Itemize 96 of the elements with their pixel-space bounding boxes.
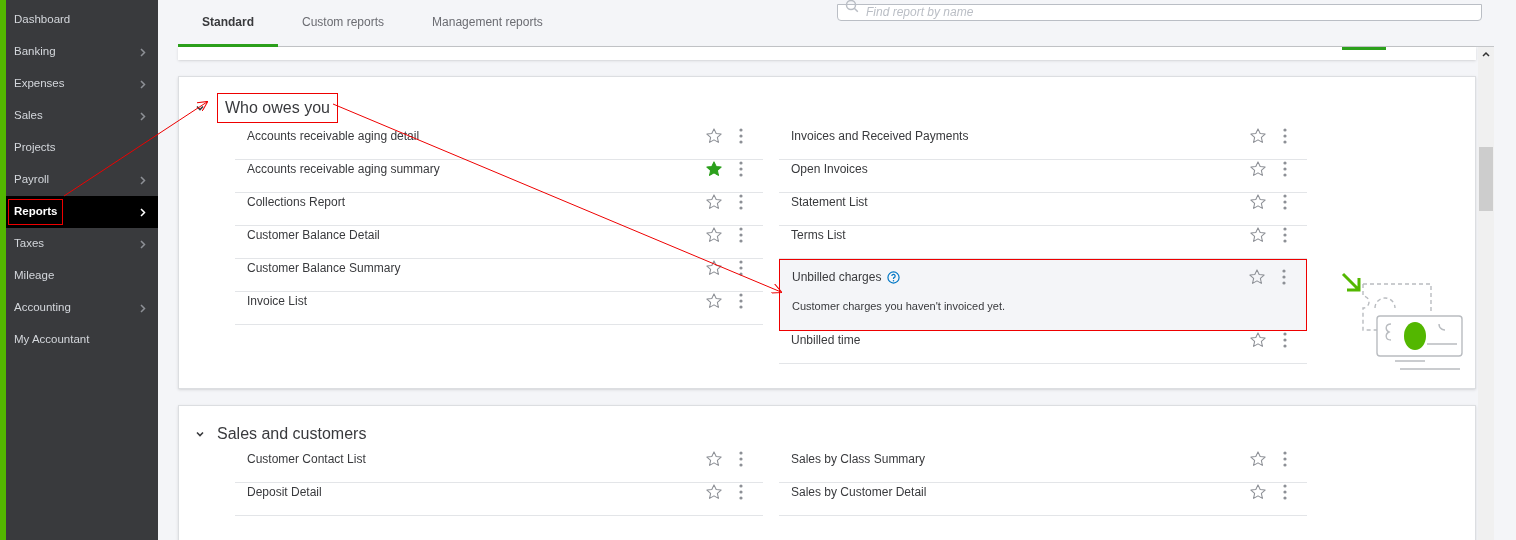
report-row[interactable]: Statement List <box>779 193 1307 226</box>
sidebar-label[interactable]: My Accountant <box>8 327 96 353</box>
star-icon[interactable] <box>1249 160 1267 178</box>
report-row[interactable]: Customer Balance Detail <box>235 226 763 259</box>
star-icon[interactable] <box>705 292 723 310</box>
more-icon[interactable] <box>1283 161 1287 177</box>
chevron-icon[interactable] <box>195 429 205 439</box>
sidebar-label[interactable]: Expenses <box>8 71 71 97</box>
star-icon[interactable] <box>705 193 723 211</box>
tab[interactable]: Management reports <box>408 0 567 47</box>
star-icon[interactable] <box>1249 483 1267 501</box>
help-icon[interactable] <box>887 270 901 284</box>
more-icon[interactable] <box>739 451 743 467</box>
report-row[interactable]: Collections Report <box>235 193 763 226</box>
section-title[interactable]: Sales and customers <box>217 422 367 446</box>
star-icon[interactable] <box>705 259 723 277</box>
sidebar-item[interactable]: Reports <box>6 196 158 228</box>
sidebar-item[interactable]: Dashboard <box>6 4 158 36</box>
more-icon[interactable] <box>739 227 743 243</box>
sidebar-label[interactable]: Mileage <box>8 263 61 289</box>
sidebar-item[interactable]: Taxes <box>6 228 158 260</box>
sidebar-item[interactable]: Projects <box>6 132 158 164</box>
report-description: Customer charges you haven't invoiced yet. <box>792 299 1007 314</box>
report-name[interactable]: Customer Contact List <box>247 450 366 468</box>
report-name[interactable]: Invoices and Received Payments <box>791 127 969 145</box>
star-icon[interactable] <box>1249 193 1267 211</box>
sidebar-label[interactable]: Payroll <box>8 167 56 193</box>
sidebar-item[interactable]: Mileage <box>6 260 158 292</box>
star-icon[interactable] <box>1249 226 1267 244</box>
sidebar-label[interactable]: Reports <box>8 199 64 225</box>
report-name[interactable]: Collections Report <box>247 193 346 211</box>
report-name[interactable]: Statement List <box>791 193 868 211</box>
report-row[interactable]: Customer Balance Summary <box>235 259 763 292</box>
star-icon[interactable] <box>705 160 723 178</box>
more-icon[interactable] <box>1283 194 1287 210</box>
star-icon[interactable] <box>705 450 723 468</box>
report-row[interactable]: Accounts receivable aging summary <box>235 160 763 193</box>
more-icon[interactable] <box>1282 269 1286 285</box>
sidebar-item[interactable]: Sales <box>6 100 158 132</box>
report-name[interactable]: Customer Balance Detail <box>247 226 380 244</box>
report-row[interactable]: Sales by Customer Detail <box>779 483 1307 516</box>
star-icon[interactable] <box>705 127 723 145</box>
report-name[interactable]: Unbilled time <box>791 331 861 349</box>
more-icon[interactable] <box>1283 128 1287 144</box>
sidebar-item[interactable]: Payroll <box>6 164 158 196</box>
more-icon[interactable] <box>739 260 743 276</box>
report-name[interactable]: Customer Balance Summary <box>247 259 401 277</box>
star-icon[interactable] <box>1249 450 1267 468</box>
sidebar-item[interactable]: Banking <box>6 36 158 68</box>
sidebar-label[interactable]: Projects <box>8 135 62 161</box>
more-icon[interactable] <box>739 293 743 309</box>
sidebar-label[interactable]: Accounting <box>8 295 77 321</box>
search-icon <box>845 0 859 14</box>
sidebar-label[interactable]: Dashboard <box>8 7 77 33</box>
report-row[interactable]: Customer Contact List <box>235 450 763 483</box>
more-icon[interactable] <box>1283 451 1287 467</box>
star-icon[interactable] <box>1248 268 1266 286</box>
report-row[interactable]: Open Invoices <box>779 160 1307 193</box>
report-name[interactable]: Invoice List <box>247 292 308 310</box>
star-icon[interactable] <box>1249 331 1267 349</box>
tab[interactable]: Custom reports <box>278 0 409 47</box>
star-icon[interactable] <box>1249 127 1267 145</box>
sidebar-label[interactable]: Banking <box>8 39 62 65</box>
report-name[interactable]: Unbilled charges <box>792 268 882 286</box>
scroll-up-icon[interactable] <box>1482 51 1490 57</box>
report-name[interactable]: Sales by Customer Detail <box>791 483 927 501</box>
star-icon[interactable] <box>705 483 723 501</box>
report-name[interactable]: Terms List <box>791 226 846 244</box>
sidebar-item[interactable]: Accounting <box>6 292 158 324</box>
more-icon[interactable] <box>1283 227 1287 243</box>
star-icon[interactable] <box>705 226 723 244</box>
report-row[interactable]: Invoice List <box>235 292 763 325</box>
report-row[interactable]: Unbilled charges Customer charges you haven't invoiced yet. <box>779 259 1307 331</box>
report-row[interactable]: Unbilled time <box>779 331 1307 364</box>
more-icon[interactable] <box>739 484 743 500</box>
more-icon[interactable] <box>1283 484 1287 500</box>
more-icon[interactable] <box>739 161 743 177</box>
sidebar-item[interactable]: My Accountant <box>6 324 158 356</box>
report-name[interactable]: Open Invoices <box>791 160 868 178</box>
more-icon[interactable] <box>1283 332 1287 348</box>
more-icon[interactable] <box>739 194 743 210</box>
more-icon[interactable] <box>739 128 743 144</box>
report-name[interactable]: Sales by Class Summary <box>791 450 926 468</box>
report-name[interactable]: Accounts receivable aging summary <box>247 160 440 178</box>
report-row[interactable]: Invoices and Received Payments <box>779 127 1307 160</box>
search-field[interactable]: Find report by name <box>837 3 1482 21</box>
sidebar-label[interactable]: Taxes <box>8 231 51 257</box>
scrollbar-thumb[interactable] <box>1479 147 1493 211</box>
section-title[interactable]: Who owes you <box>217 93 338 123</box>
sidebar-item[interactable]: Expenses <box>6 68 158 100</box>
report-row[interactable]: Sales by Class Summary <box>779 450 1307 483</box>
report-name[interactable]: Deposit Detail <box>247 483 322 501</box>
chevron-icon[interactable] <box>195 103 205 113</box>
sidebar-label[interactable]: Sales <box>8 103 49 129</box>
scrollbar[interactable] <box>1478 47 1494 540</box>
report-row[interactable]: Deposit Detail <box>235 483 763 516</box>
